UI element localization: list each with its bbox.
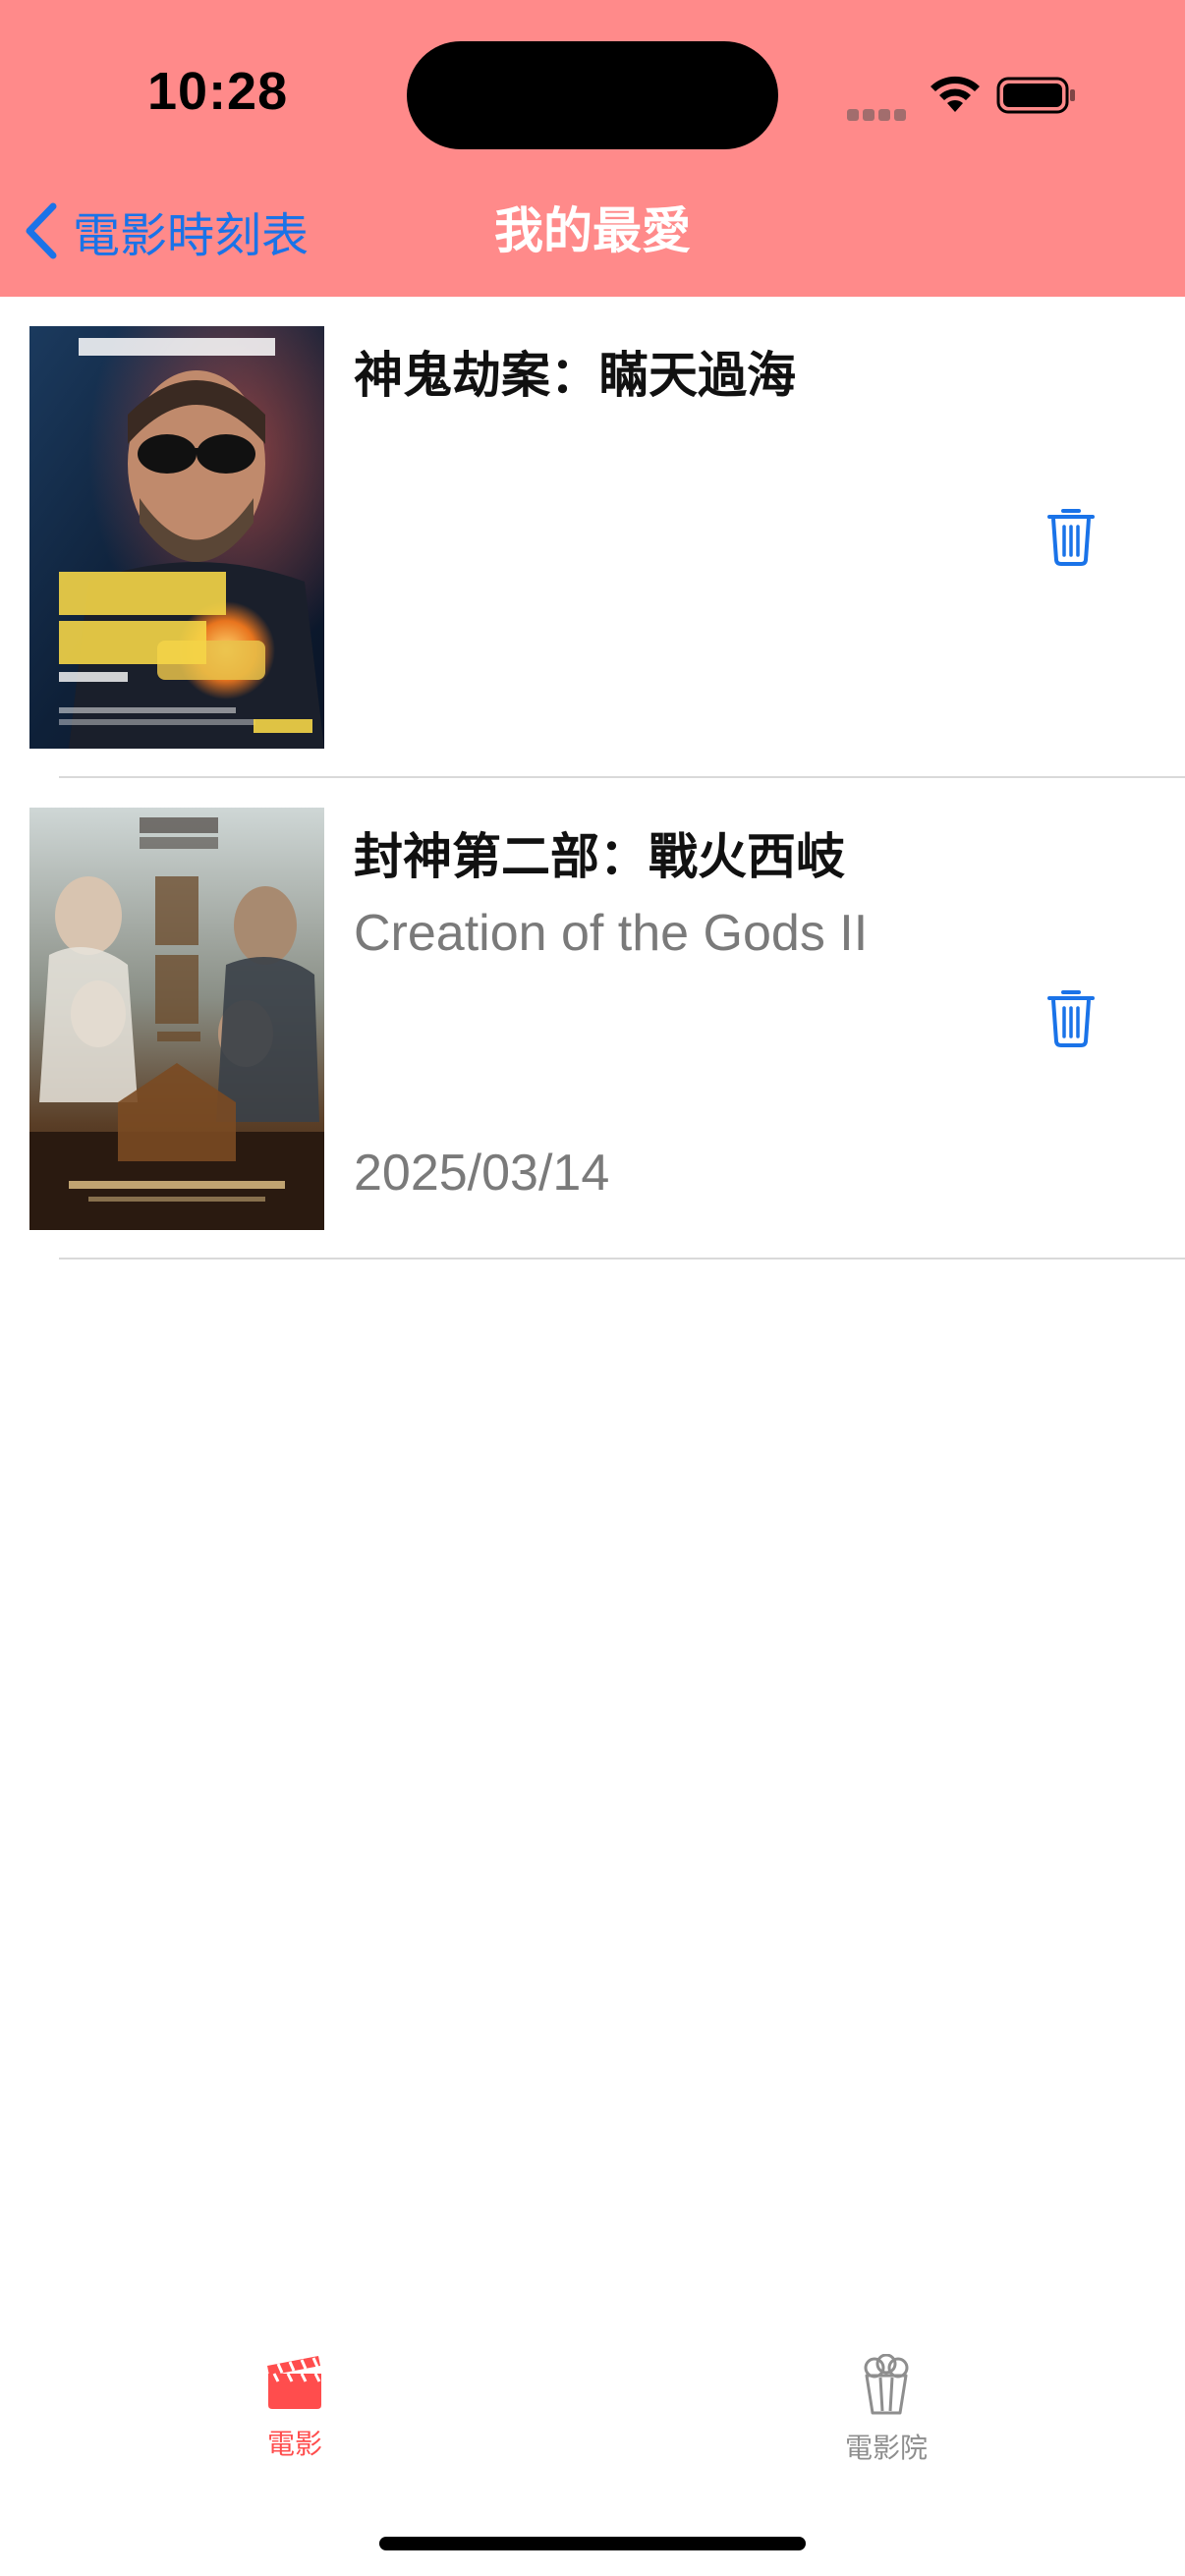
movie-poster (29, 326, 324, 749)
movie-english-title: Creation of the Gods II (354, 905, 869, 962)
tab-movies[interactable]: 電影 (197, 2354, 393, 2462)
tab-bar: 電影 電影院 (0, 2319, 1185, 2515)
tab-movies-label: 電影 (266, 2428, 322, 2460)
release-date: 2025/03/14 (354, 1145, 610, 1202)
tab-theaters-label: 電影院 (844, 2432, 928, 2464)
header: 10:28 電影時刻表 我的最愛 (0, 0, 1185, 297)
home-indicator[interactable] (379, 2537, 806, 2550)
cellular-signal-icon (847, 106, 910, 125)
battery-icon (996, 77, 1075, 114)
trash-icon[interactable] (1045, 505, 1097, 566)
screen: 10:28 電影時刻表 我的最愛 神鬼劫案：瞞天過海 封神第二部：戰火西岐 Cr… (0, 0, 1185, 2576)
trash-icon[interactable] (1045, 986, 1097, 1047)
favorites-list: 神鬼劫案：瞞天過海 封神第二部：戰火西岐 Creation of the God… (0, 297, 1185, 1260)
popcorn-icon (864, 2353, 909, 2415)
movie-title: 封神第二部：戰火西岐 (354, 828, 845, 885)
dynamic-island (407, 41, 778, 149)
divider (59, 1258, 1185, 1260)
list-item[interactable]: 封神第二部：戰火西岐 Creation of the Gods II 2025/… (0, 778, 1185, 1260)
status-icons (847, 69, 1083, 121)
status-time: 10:28 (147, 62, 289, 121)
page-title: 我的最愛 (494, 202, 691, 259)
list-item[interactable]: 神鬼劫案：瞞天過海 (0, 297, 1185, 778)
movie-poster (29, 808, 324, 1230)
clapperboard-icon (267, 2356, 321, 2409)
tab-theaters[interactable]: 電影院 (788, 2353, 985, 2466)
movie-title: 神鬼劫案：瞞天過海 (354, 347, 796, 404)
wifi-icon (931, 76, 980, 112)
